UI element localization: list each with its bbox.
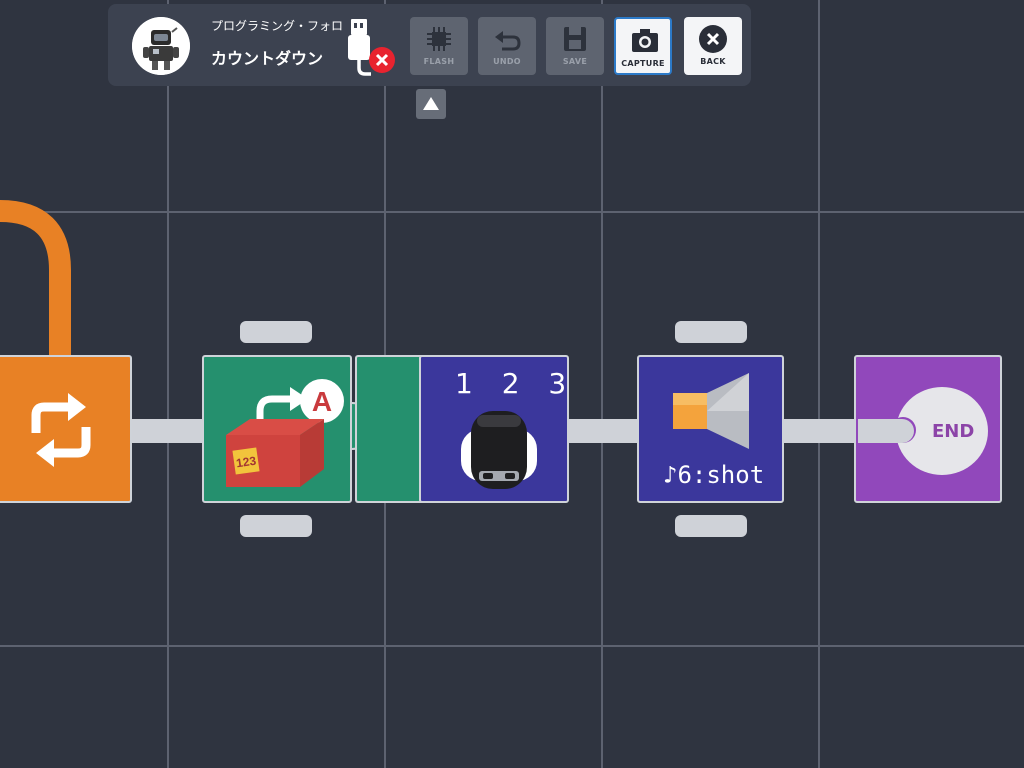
grid-line bbox=[167, 0, 169, 768]
camera-icon bbox=[632, 29, 658, 52]
svg-text:A: A bbox=[312, 386, 332, 417]
capture-label: CAPTURE bbox=[621, 59, 665, 68]
collapse-toolbar-button[interactable] bbox=[416, 89, 446, 119]
block-slot[interactable] bbox=[675, 515, 747, 537]
close-icon bbox=[699, 25, 727, 53]
flow-connector bbox=[566, 419, 640, 443]
variable-block[interactable]: A 123 bbox=[202, 355, 376, 503]
block-slot[interactable] bbox=[675, 321, 747, 343]
number-display-block[interactable]: 1 2 3 bbox=[419, 355, 569, 503]
save-label: SAVE bbox=[562, 57, 588, 66]
undo-icon bbox=[495, 31, 521, 51]
svg-text:123: 123 bbox=[235, 454, 257, 471]
program-title[interactable]: カウントダウン bbox=[211, 45, 323, 69]
loop-arrows-icon bbox=[31, 393, 91, 467]
block-slot[interactable] bbox=[240, 321, 312, 343]
end-connector bbox=[858, 419, 914, 443]
robot-avatar bbox=[132, 17, 190, 75]
triangle-up-icon bbox=[423, 97, 439, 110]
back-label: BACK bbox=[700, 57, 726, 66]
loop-block[interactable] bbox=[0, 355, 132, 503]
app-subtitle: プログラミング・フォロ bbox=[211, 19, 344, 33]
floppy-icon bbox=[564, 27, 586, 51]
loop-return-arc bbox=[0, 200, 71, 358]
grid-line bbox=[0, 211, 1024, 213]
grid-line bbox=[601, 0, 603, 768]
robot-head-icon bbox=[461, 411, 537, 489]
undo-button[interactable]: UNDO bbox=[478, 17, 536, 75]
variable-box-icon: A 123 bbox=[226, 379, 344, 487]
block-slot[interactable] bbox=[240, 515, 312, 537]
usb-disconnected-icon bbox=[346, 16, 396, 80]
save-button[interactable]: SAVE bbox=[546, 17, 604, 75]
flash-button[interactable]: FLASH bbox=[410, 17, 468, 75]
grid-line bbox=[0, 645, 1024, 647]
capture-button[interactable]: CAPTURE bbox=[614, 17, 672, 75]
end-block[interactable]: END bbox=[854, 355, 1002, 503]
flow-connector bbox=[130, 419, 205, 443]
sound-label: ♪6:shot bbox=[663, 461, 765, 489]
chip-icon bbox=[427, 27, 451, 51]
flash-label: FLASH bbox=[423, 57, 455, 66]
number-display-label: 1 2 3 bbox=[455, 367, 577, 400]
back-button[interactable]: BACK bbox=[684, 17, 742, 75]
grid-line bbox=[818, 0, 820, 768]
sound-block[interactable]: ♪6:shot bbox=[637, 355, 784, 503]
display-attachment[interactable] bbox=[355, 355, 423, 503]
undo-label: UNDO bbox=[493, 57, 521, 66]
top-toolbar: プログラミング・フォロ カウントダウン FLASH UNDO SAVE CAPT… bbox=[108, 4, 751, 86]
end-label: END bbox=[932, 421, 975, 442]
speaker-icon bbox=[673, 373, 749, 449]
